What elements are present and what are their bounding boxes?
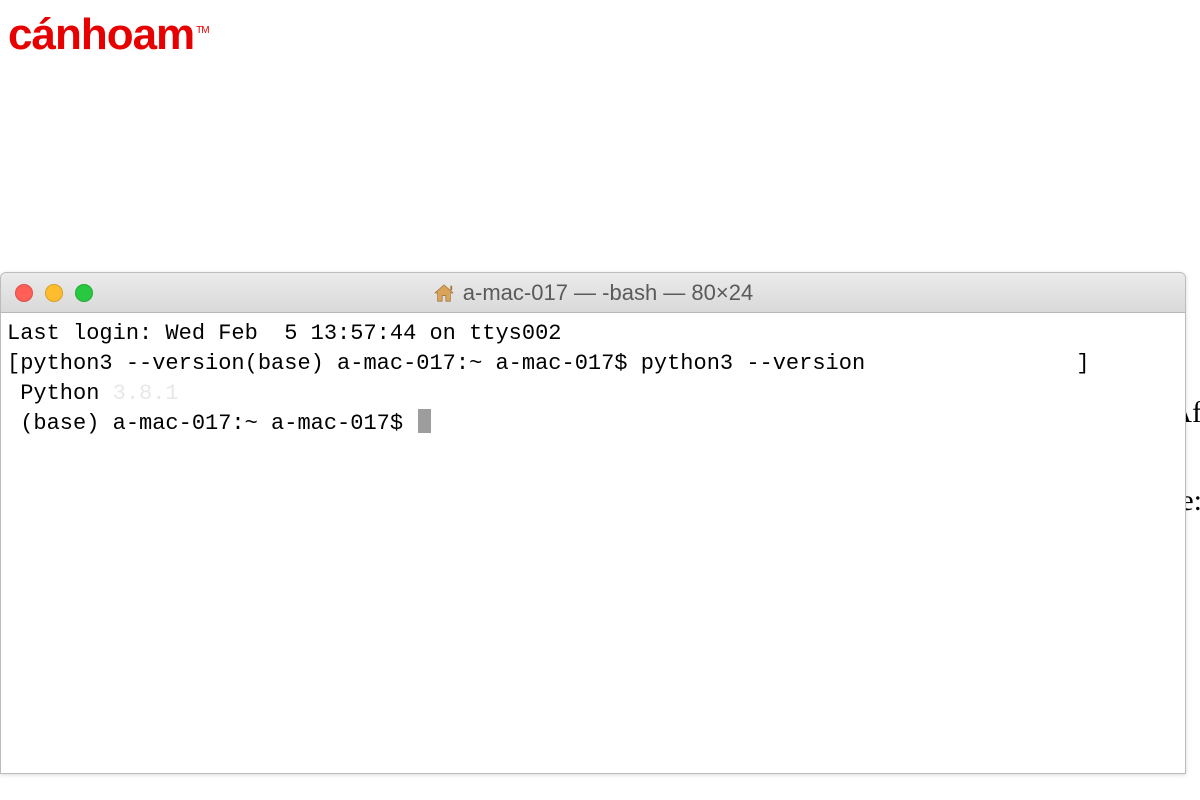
traffic-lights (15, 284, 93, 302)
window-titlebar[interactable]: a-mac-017 — -bash — 80×24 (1, 273, 1185, 313)
terminal-line-output: Python 3.8.1 (7, 379, 1179, 409)
logo-text: cánhoam (8, 10, 194, 59)
maximize-button[interactable] (75, 284, 93, 302)
terminal-cursor (418, 409, 431, 433)
terminal-command-text: python3 --version (641, 351, 865, 376)
terminal-window: a-mac-017 — -bash — 80×24 Last login: We… (0, 272, 1186, 774)
terminal-output-python: Python (7, 381, 113, 406)
terminal-body[interactable]: Last login: Wed Feb 5 13:57:44 on ttys00… (1, 313, 1185, 773)
minimize-button[interactable] (45, 284, 63, 302)
terminal-line-command: [python3 --version(base) a-mac-017:~ a-m… (7, 349, 1179, 379)
terminal-output-version: 3.8.1 (113, 381, 179, 406)
terminal-prompt: (base) a-mac-017:~ a-mac-017$ (7, 411, 416, 436)
terminal-line-prompt: (base) a-mac-017:~ a-mac-017$ (7, 409, 1179, 439)
terminal-line2-right: ] (865, 351, 1089, 376)
terminal-line-last-login: Last login: Wed Feb 5 13:57:44 on ttys00… (7, 319, 1179, 349)
site-logo: cánhoamTM (8, 10, 209, 60)
window-title: a-mac-017 — -bash — 80×24 (463, 280, 753, 306)
terminal-prompt-with-search: [python3 --version(base) a-mac-017:~ a-m… (7, 351, 641, 376)
logo-tm: TM (196, 25, 208, 36)
home-icon (433, 283, 455, 303)
close-button[interactable] (15, 284, 33, 302)
window-title-group: a-mac-017 — -bash — 80×24 (433, 280, 753, 306)
